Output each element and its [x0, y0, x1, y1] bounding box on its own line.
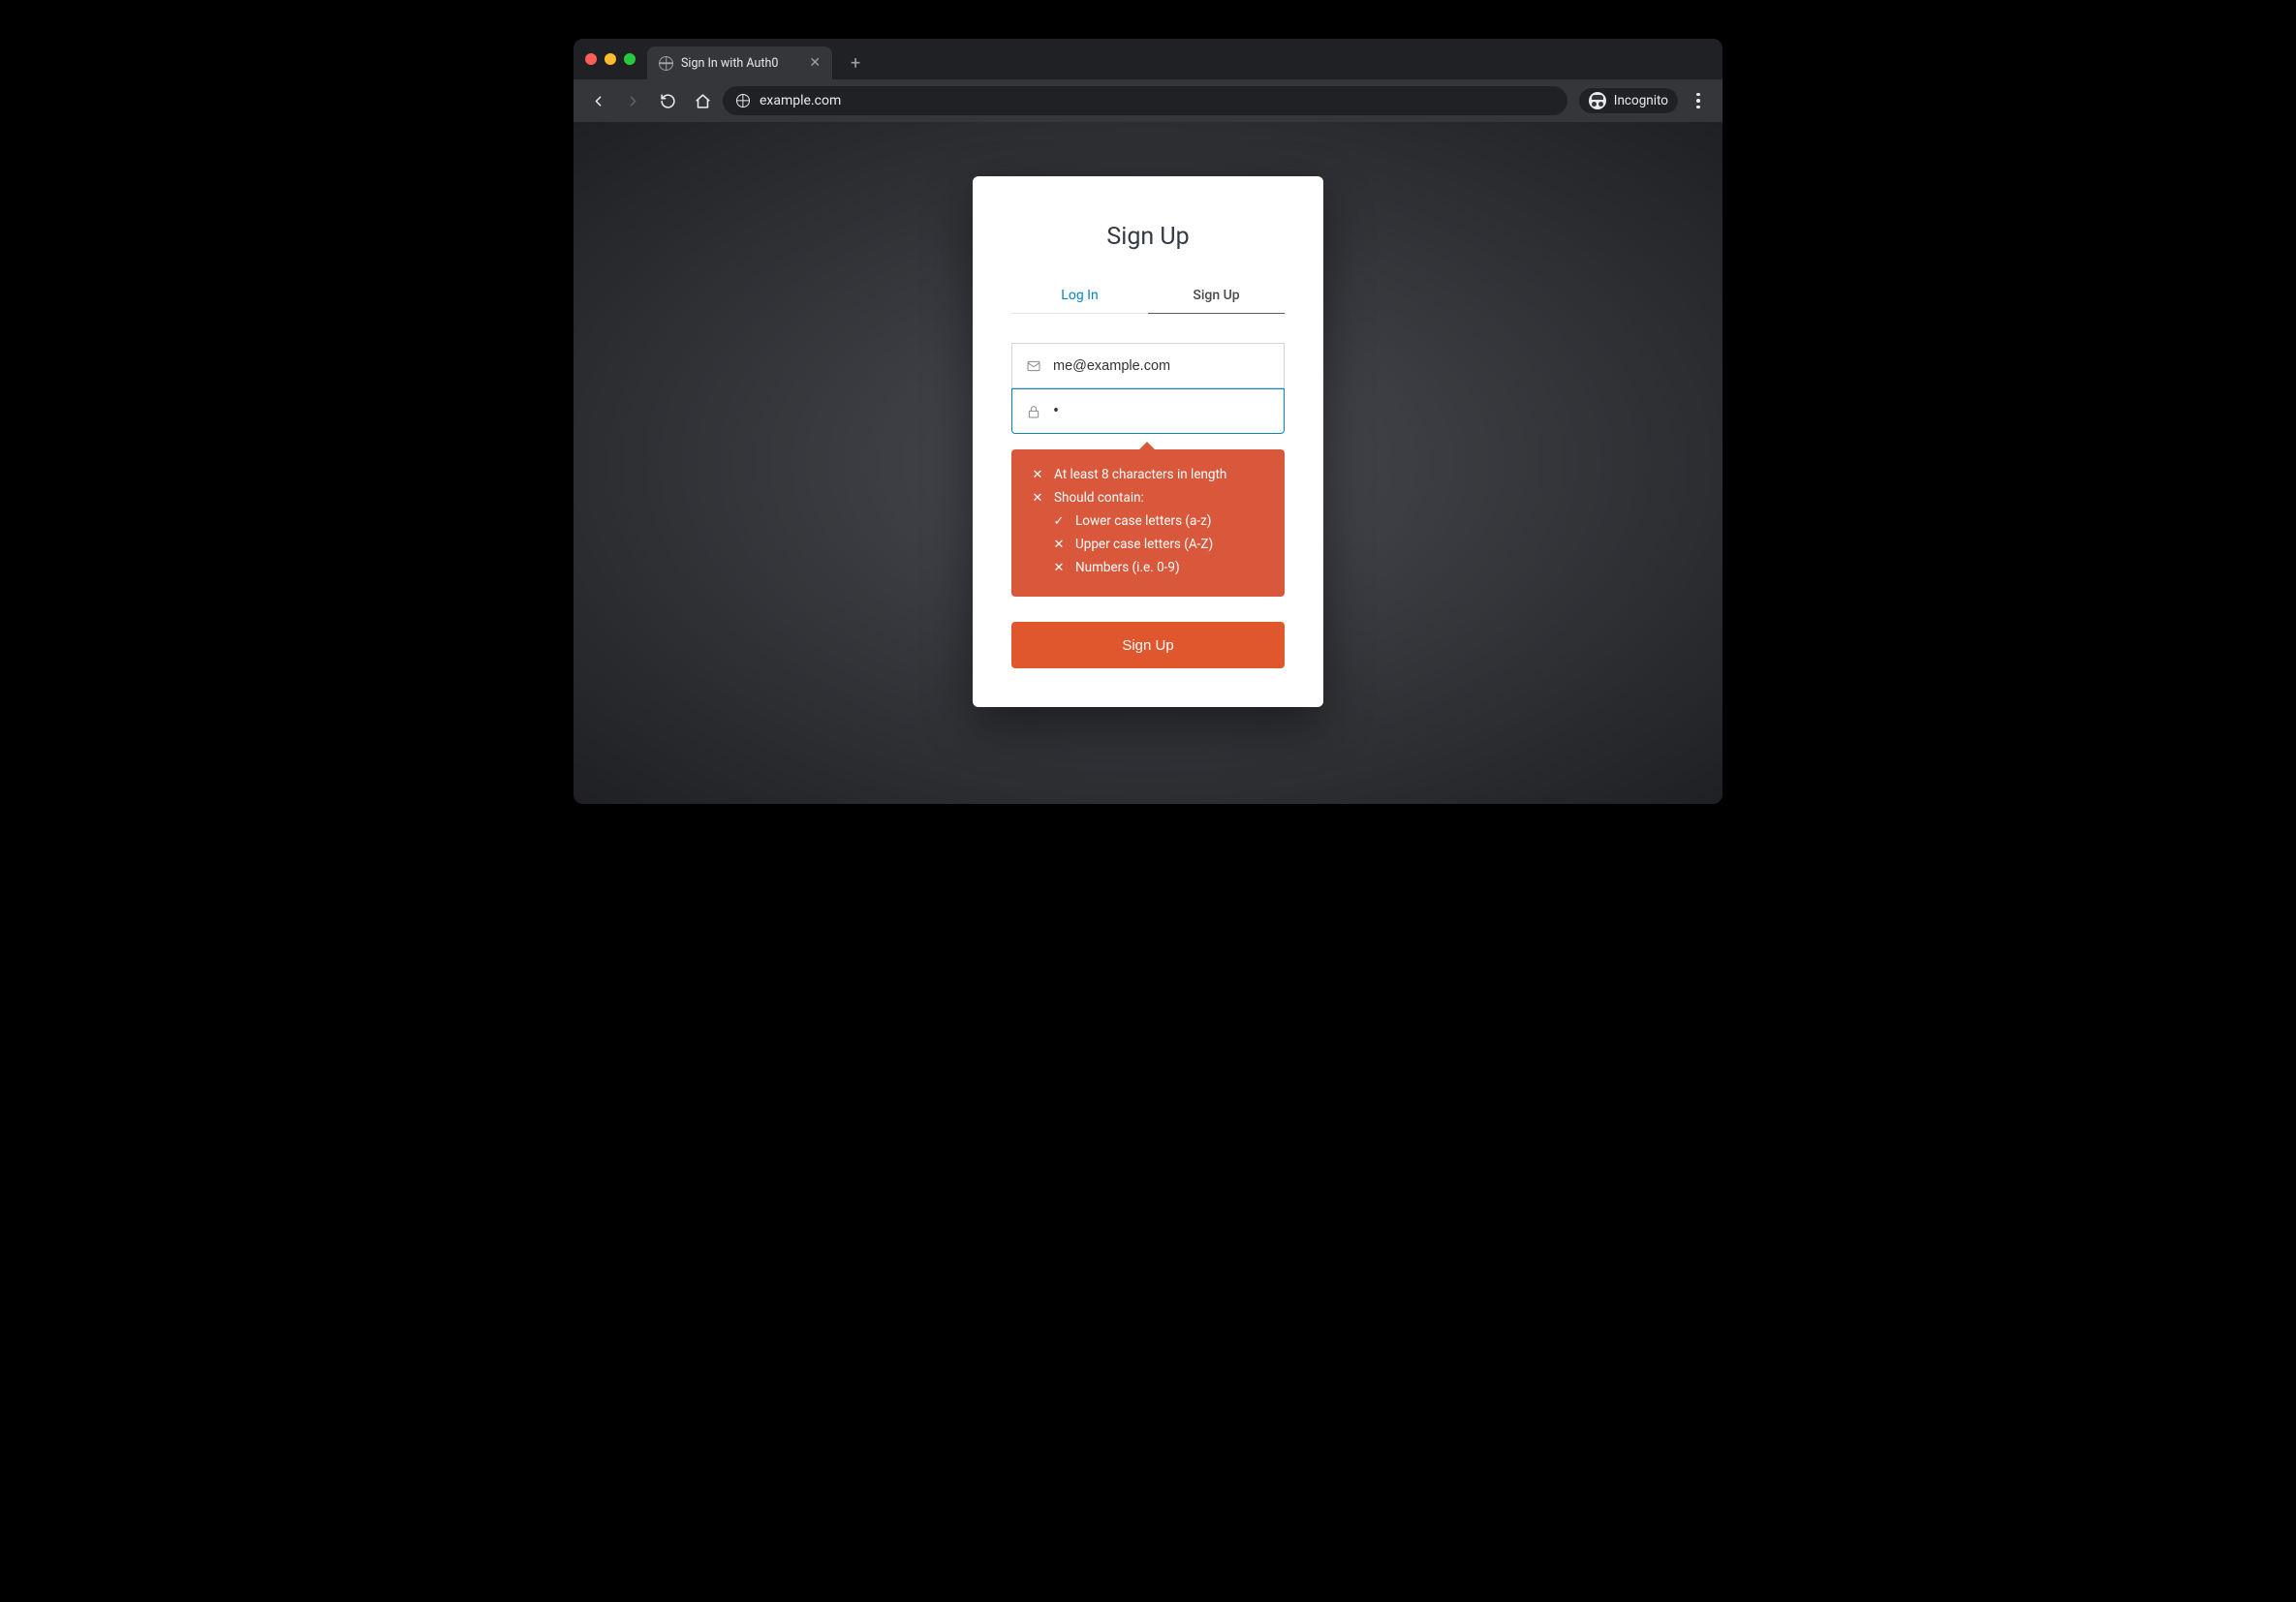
close-tab-icon[interactable]: ✕: [809, 56, 821, 70]
page-content: Sign Up Log In Sign Up • ✕ A: [574, 122, 1722, 804]
site-info-icon[interactable]: [736, 94, 750, 108]
signup-button[interactable]: Sign Up: [1011, 622, 1285, 668]
tab-login[interactable]: Log In: [1011, 278, 1148, 313]
incognito-icon: [1589, 92, 1606, 109]
minimize-window-icon[interactable]: [605, 53, 616, 65]
auth-tabs: Log In Sign Up: [1011, 278, 1285, 314]
back-button[interactable]: [583, 86, 612, 115]
hint-lower: Lower case letters (a-z): [1075, 513, 1212, 529]
x-icon: ✕: [1052, 537, 1066, 554]
address-bar[interactable]: example.com: [723, 86, 1567, 115]
tab-login-label: Log In: [1061, 288, 1098, 303]
browser-window: Sign In with Auth0 ✕ + example.com Incog…: [574, 39, 1722, 804]
browser-tab[interactable]: Sign In with Auth0 ✕: [647, 46, 832, 79]
incognito-label: Incognito: [1614, 93, 1668, 108]
hint-length: At least 8 characters in length: [1054, 467, 1226, 482]
maximize-window-icon[interactable]: [624, 53, 636, 65]
password-requirements: ✕ At least 8 characters in length ✕ Shou…: [1011, 449, 1285, 597]
hint-numbers: Numbers (i.e. 0-9): [1075, 560, 1180, 575]
x-icon: ✕: [1031, 490, 1044, 508]
forward-button[interactable]: [618, 86, 647, 115]
url-text: example.com: [760, 93, 841, 108]
email-field[interactable]: [1053, 358, 1270, 374]
new-tab-button[interactable]: +: [842, 49, 869, 77]
browser-menu-button[interactable]: [1684, 86, 1713, 115]
hint-contain: Should contain:: [1054, 490, 1144, 506]
lock-icon: [1026, 404, 1041, 419]
home-button[interactable]: [688, 86, 717, 115]
browser-titlebar: Sign In with Auth0 ✕ +: [574, 39, 1722, 79]
tab-signup[interactable]: Sign Up: [1148, 278, 1285, 313]
signup-button-label: Sign Up: [1122, 637, 1173, 654]
browser-toolbar: example.com Incognito: [574, 79, 1722, 122]
hint-upper: Upper case letters (A-Z): [1075, 537, 1213, 552]
mail-icon: [1026, 358, 1041, 374]
password-field[interactable]: •: [1053, 401, 1061, 421]
tab-title: Sign In with Auth0: [681, 56, 778, 71]
close-window-icon[interactable]: [585, 53, 597, 65]
email-field-wrapper[interactable]: [1011, 343, 1285, 388]
auth-card: Sign Up Log In Sign Up • ✕ A: [973, 176, 1323, 707]
globe-icon: [659, 56, 673, 71]
incognito-badge[interactable]: Incognito: [1579, 88, 1678, 113]
page-title: Sign Up: [1011, 223, 1285, 251]
x-icon: ✕: [1052, 560, 1066, 577]
check-icon: ✓: [1052, 513, 1066, 531]
x-icon: ✕: [1031, 467, 1044, 484]
tab-signup-label: Sign Up: [1193, 288, 1239, 303]
window-controls: [585, 53, 636, 65]
reload-button[interactable]: [653, 86, 682, 115]
password-field-wrapper[interactable]: •: [1011, 388, 1285, 434]
